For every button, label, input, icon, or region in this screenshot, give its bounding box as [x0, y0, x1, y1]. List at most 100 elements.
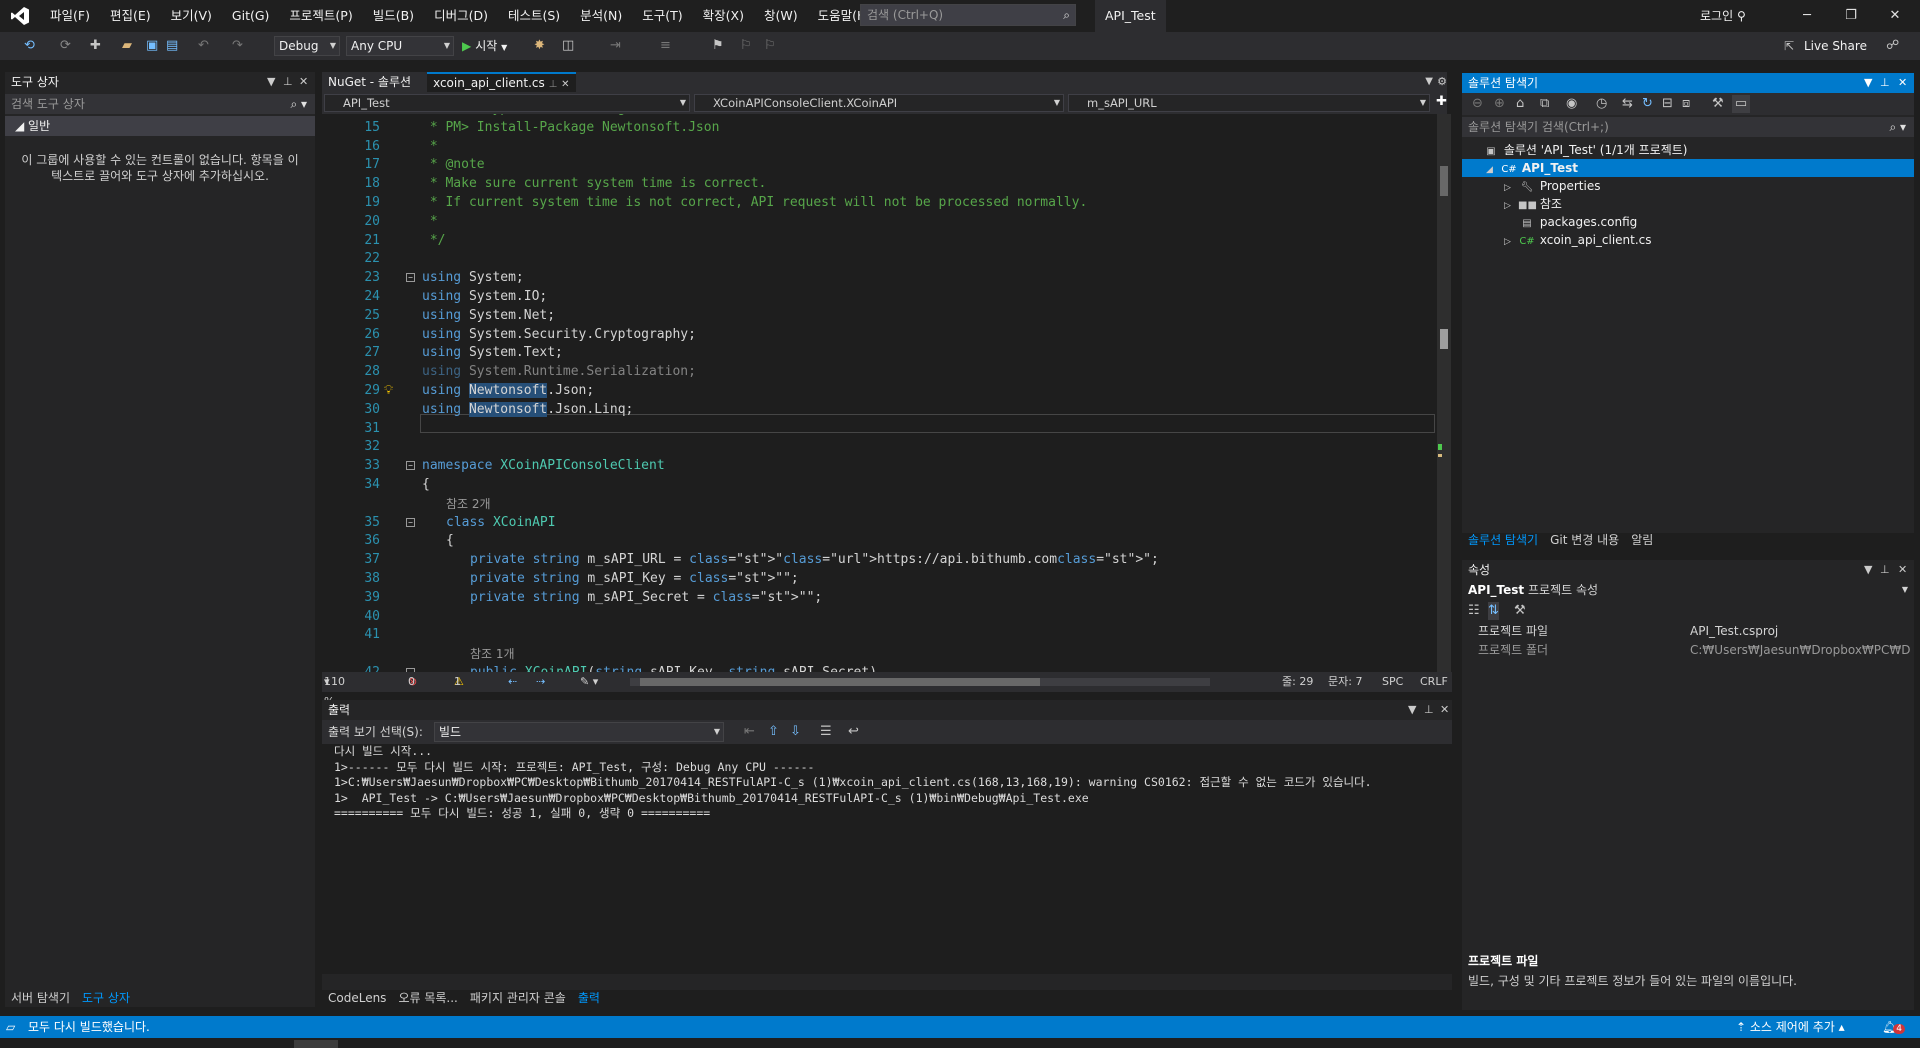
project-dropdown[interactable]: API_Test ▼	[324, 94, 690, 112]
code-text[interactable]: *	[422, 213, 438, 232]
tree-item[interactable]: ◢ C# API_Test	[1462, 159, 1914, 177]
live-share-button[interactable]: Live Share	[1804, 37, 1867, 55]
code-line[interactable]: 38 private string m_sAPI_Key = class="st"…	[322, 570, 1437, 589]
close-icon[interactable]: ✕	[1898, 560, 1907, 580]
step-icon[interactable]: ⇥	[610, 37, 621, 55]
code-text[interactable]: using Newtonsoft.Json;	[422, 382, 594, 401]
tab-error-list[interactable]: 오류 목록...	[392, 988, 463, 1008]
flame-icon[interactable]: ✸	[534, 37, 545, 55]
show-all-files-icon[interactable]: ⧈	[1682, 95, 1690, 113]
code-line[interactable]: 16 *	[322, 138, 1437, 157]
pin-icon[interactable]: ⊥	[1424, 700, 1434, 720]
code-text[interactable]: * @note	[422, 156, 485, 175]
tree-item[interactable]: ▣ 솔루션 'API_Test' (1/1개 프로젝트)	[1462, 141, 1687, 159]
output-text[interactable]: 다시 빌드 시작... 1>------ 모두 다시 빌드 시작: 프로젝트: A…	[322, 744, 1452, 974]
property-value[interactable]: C:₩Users₩Jaesun₩Dropbox₩PC₩Desktop₩	[1690, 641, 1910, 659]
forward-icon[interactable]: ⟳	[60, 37, 71, 55]
code-text[interactable]: using System.Text;	[422, 344, 563, 363]
home-icon[interactable]: ⌂	[1516, 95, 1524, 113]
code-text[interactable]: * PM> Install-Package Newtonsoft.Json	[422, 119, 720, 138]
code-line[interactable]: 40	[322, 608, 1437, 627]
fold-icon[interactable]: −	[406, 517, 415, 527]
tree-item[interactable]: ▷ ■■ 참조	[1462, 195, 1562, 213]
clear-all-icon[interactable]: ☰	[820, 723, 832, 741]
code-line[interactable]: 32	[322, 438, 1437, 457]
code-text[interactable]: *	[422, 138, 438, 157]
comment-icon[interactable]: ≡	[660, 37, 671, 55]
tab-output[interactable]: 출력	[572, 988, 606, 1008]
toolbox-group-general[interactable]: ◢ 일반	[5, 116, 315, 136]
type-dropdown[interactable]: XCoinAPIConsoleClient.XCoinAPI ▼	[694, 94, 1064, 112]
redo-icon[interactable]: ↷	[232, 37, 243, 55]
tree-item[interactable]: ▷ C# xcoin_api_client.cs	[1462, 231, 1652, 249]
menu-item-9[interactable]: 도구(T)	[632, 0, 692, 32]
next-message-icon[interactable]: ⇩	[790, 723, 801, 741]
brush-icon[interactable]: ✎ ▾	[580, 672, 598, 692]
prev-bookmark-icon[interactable]: ⚐	[740, 37, 752, 55]
code-line[interactable]: 41	[322, 626, 1437, 645]
code-line[interactable]: 28 using System.Runtime.Serialization;	[322, 363, 1437, 382]
refresh-icon[interactable]: ↻	[1642, 95, 1653, 113]
pin-icon[interactable]: ⊥	[1880, 73, 1890, 93]
back-icon[interactable]: ⊖	[1472, 95, 1483, 113]
login-button[interactable]: 로그인 ⚲	[1700, 0, 1746, 32]
code-line[interactable]: 19 * If current system time is not corre…	[322, 194, 1437, 213]
code-line[interactable]: 33 namespace XCoinAPIConsoleClient −	[322, 457, 1437, 476]
code-line[interactable]: 42 public XCoinAPI(string sAPI_Key, strin…	[322, 664, 1437, 672]
forward-icon[interactable]: ⊕	[1494, 95, 1505, 113]
code-line[interactable]: 17 * @note	[322, 156, 1437, 175]
code-line[interactable]: 30 using Newtonsoft.Json.Linq;	[322, 401, 1437, 420]
code-text[interactable]: private string m_sAPI_Secret = class="st…	[470, 589, 822, 608]
next-bookmark-icon[interactable]: ⚐	[764, 37, 776, 55]
code-line[interactable]: 22	[322, 250, 1437, 269]
member-dropdown[interactable]: m_sAPI_URL ▼	[1068, 94, 1430, 112]
code-text[interactable]: * If current system time is not correct,…	[422, 194, 1087, 213]
close-icon[interactable]: ✕	[299, 72, 308, 92]
fold-icon[interactable]: −	[406, 273, 415, 283]
code-text[interactable]: using Newtonsoft.Json.Linq;	[422, 401, 633, 420]
code-line[interactable]: 18 * Make sure current system time is co…	[322, 175, 1437, 194]
zoom-select[interactable]: 110 % ▾	[324, 672, 345, 708]
whitespace-indicator[interactable]: SPC	[1382, 672, 1403, 692]
code-editor[interactable]: 14 * Then type the following:15 * PM> In…	[322, 114, 1437, 672]
close-icon[interactable]: ✕	[1898, 73, 1907, 93]
output-source-select[interactable]: 빌드 ▼	[434, 722, 724, 742]
code-text[interactable]: {	[422, 476, 430, 495]
nav-back-icon[interactable]: ⇠	[508, 672, 517, 692]
editor-vertical-scrollbar[interactable]	[1437, 114, 1451, 672]
code-line[interactable]: 37 private string m_sAPI_URL = class="st"…	[322, 551, 1437, 570]
tab-xcoin-api-client[interactable]: xcoin_api_client.cs ⊥ ✕	[427, 72, 576, 92]
collapse-all-icon[interactable]: ⊟	[1662, 95, 1673, 113]
properties-object-selector[interactable]: API_Test 프로젝트 속성 ▼	[1462, 580, 1914, 600]
new-item-icon[interactable]: ✚	[90, 37, 101, 55]
menu-item-2[interactable]: 보기(V)	[161, 0, 222, 32]
fold-icon[interactable]: −	[406, 461, 415, 471]
code-line[interactable]: 27 using System.Text;	[322, 344, 1437, 363]
menu-item-7[interactable]: 테스트(S)	[498, 0, 570, 32]
code-line[interactable]: 34 {	[322, 476, 1437, 495]
menu-item-3[interactable]: Git(G)	[222, 0, 280, 32]
code-line[interactable]: 39 private string m_sAPI_Secret = class="…	[322, 589, 1437, 608]
lightbulb-icon[interactable]: 💡︎	[384, 382, 393, 401]
code-line[interactable]: 23 using System; −	[322, 269, 1437, 288]
restore-button[interactable]: ❐	[1829, 0, 1873, 32]
menu-item-1[interactable]: 편집(E)	[100, 0, 161, 32]
menu-item-11[interactable]: 창(W)	[754, 0, 808, 32]
property-row[interactable]: 프로젝트 파일 API_Test.csproj	[1468, 622, 1908, 640]
tree-item[interactable]: ▤ packages.config	[1462, 213, 1637, 231]
code-line[interactable]: 참조 2개	[322, 495, 1437, 514]
close-button[interactable]: ✕	[1873, 0, 1917, 32]
alphabetical-icon[interactable]: ⇅	[1488, 602, 1499, 620]
code-text[interactable]: 참조 2개	[446, 495, 491, 515]
categorized-icon[interactable]: ☷	[1468, 602, 1480, 620]
code-text[interactable]: private string m_sAPI_URL = class="st">"…	[470, 551, 1159, 570]
code-text[interactable]: namespace XCoinAPIConsoleClient	[422, 457, 665, 476]
code-line[interactable]: 참조 1개	[322, 645, 1437, 664]
word-wrap-icon[interactable]: ↩	[848, 723, 859, 741]
code-text[interactable]: using System;	[422, 269, 524, 288]
tree-item[interactable]: ▷ 🔧︎ Properties	[1462, 177, 1600, 195]
sync-icon[interactable]: ⇆	[1622, 95, 1633, 113]
git-icon[interactable]: ◉	[1566, 95, 1577, 113]
code-text[interactable]: public XCoinAPI(string sAPI_Key, string …	[470, 664, 877, 672]
code-line[interactable]: 21 */	[322, 232, 1437, 251]
